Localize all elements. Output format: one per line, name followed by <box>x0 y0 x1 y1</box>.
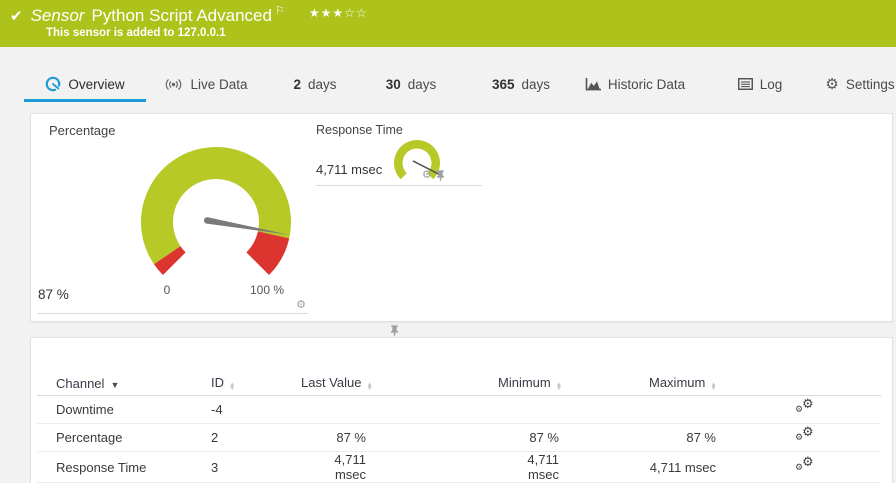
cell-minimum: 87 % <box>498 423 649 452</box>
priority-stars[interactable]: ★★★☆☆ <box>309 6 368 20</box>
cell-minimum: 4,711 msec <box>498 451 649 483</box>
gauge-scale-min: 0 <box>163 283 171 297</box>
column-header-id[interactable]: ID ▲ ▼ <box>211 371 301 396</box>
column-header-actions <box>781 371 881 396</box>
sort-desc-icon: ▼ <box>110 379 120 390</box>
tab-live-data-label: Live Data <box>190 76 248 92</box>
tab-2-days[interactable]: 2 days <box>286 47 344 103</box>
tab-log-label: Log <box>759 76 783 92</box>
prtg-sensor-page: ✔ Sensor Python Script Advanced ⚐ ★★★☆☆ … <box>0 0 896 483</box>
cell-channel[interactable]: Response Time <box>37 451 211 483</box>
tab-historic-data[interactable]: Historic Data <box>576 47 694 103</box>
stars-filled: ★★★ <box>308 6 345 20</box>
table-row-percentage[interactable]: Percentage 2 87 % 87 % 87 % ⚙ ⚙ <box>37 423 881 452</box>
pin-icon[interactable] <box>436 170 445 181</box>
gauge-controls: ⚙ <box>422 170 445 181</box>
percentage-gauge-title: Percentage <box>49 123 116 138</box>
cell-id: 3 <box>211 451 301 483</box>
percentage-gauge-value: 87 % <box>38 287 69 302</box>
sensor-subtitle: This sensor is added to 127.0.0.1 <box>46 27 226 39</box>
percentage-gauge-cell: Percentage 0 100 % 87 % ⚙ <box>37 121 399 336</box>
tab-30-days-label: days <box>407 76 437 92</box>
gauge-settings-gear-icon[interactable]: ⚙ <box>422 170 432 181</box>
cell-maximum: 4,711 msec <box>649 451 781 483</box>
column-label: Maximum <box>649 374 706 390</box>
tab-2-days-label: days <box>307 76 337 92</box>
sensor-header-row: ✔ Sensor Python Script Advanced ⚐ ★★★☆☆ <box>0 0 896 26</box>
sensor-header: ✔ Sensor Python Script Advanced ⚐ ★★★☆☆ … <box>0 0 896 47</box>
log-list-icon <box>737 78 753 90</box>
cell-last-value: 4,711 msec <box>301 451 498 483</box>
response-time-gauge-value: 4,711 msec <box>316 162 383 177</box>
column-label: ID <box>211 374 224 390</box>
gauge-icon <box>45 76 61 92</box>
table-row-downtime[interactable]: Downtime -4 ⚙ ⚙ <box>37 395 881 424</box>
sensor-type-label: Sensor <box>30 6 85 25</box>
channel-settings-icon[interactable]: ⚙ ⚙ <box>795 455 817 474</box>
column-header-minimum[interactable]: Minimum ▲ ▼ <box>498 371 649 396</box>
column-header-last-value[interactable]: Last Value ▲ ▼ <box>301 371 498 396</box>
table-row-response-time[interactable]: Response Time 3 4,711 msec 4,711 msec 4,… <box>37 451 881 483</box>
table-header-row: Channel ▼ ID ▲ ▼ Last Value ▲ ▼ Minimum ▲ ▼ Max… <box>37 371 881 396</box>
tab-settings[interactable]: ⚙ Settings <box>824 47 896 103</box>
live-broadcast-icon <box>164 78 183 91</box>
channel-settings-icon[interactable]: ⚙ ⚙ <box>795 425 817 444</box>
cell-last-value: 87 % <box>301 423 498 452</box>
tab-365-days[interactable]: 365 days <box>484 47 558 103</box>
cell-id: -4 <box>211 395 301 424</box>
column-label: Last Value <box>301 374 362 390</box>
gear-icon: ⚙ <box>825 75 839 93</box>
column-label: Channel <box>56 375 105 391</box>
column-label: Minimum <box>498 374 551 390</box>
cell-maximum <box>649 395 781 424</box>
pin-icon[interactable] <box>390 325 399 336</box>
response-time-gauge-cell: Response Time 4,711 msec ⚙ <box>316 121 482 186</box>
gauge-settings-gear-icon[interactable]: ⚙ <box>296 300 306 311</box>
tab-settings-label: Settings <box>845 76 895 92</box>
channels-table: Channel ▼ ID ▲ ▼ Last Value ▲ ▼ Minimum ▲ ▼ Max… <box>37 371 881 483</box>
cell-channel[interactable]: Percentage <box>37 423 211 452</box>
tab-30-days[interactable]: 30 days <box>378 47 444 103</box>
response-time-gauge-title: Response Time <box>316 123 403 137</box>
tab-365-days-label: days <box>521 76 551 92</box>
stars-empty: ☆☆ <box>344 6 368 20</box>
tab-historic-data-label: Historic Data <box>607 76 686 92</box>
status-ok-check-icon: ✔ <box>10 8 23 25</box>
sort-icon: ▲ ▼ <box>555 380 563 392</box>
cell-maximum: 87 % <box>649 423 781 452</box>
tab-365-days-number: 365 <box>491 76 515 92</box>
gauges-panel: Percentage 0 100 % 87 % ⚙ Response Time … <box>30 113 893 336</box>
gauge-controls: ⚙ <box>296 300 399 336</box>
tab-live-data[interactable]: Live Data <box>160 47 252 103</box>
gauge-scale-max: 100 % <box>249 283 285 297</box>
tab-log[interactable]: Log <box>730 47 790 103</box>
channel-settings-icon[interactable]: ⚙ ⚙ <box>795 397 817 416</box>
sort-icon: ▲ ▼ <box>229 380 236 392</box>
area-chart-icon <box>585 77 601 91</box>
cell-minimum <box>498 395 649 424</box>
flag-icon[interactable]: ⚐ <box>275 4 285 17</box>
page-title: Python Script Advanced <box>91 6 272 25</box>
tab-overview-label: Overview <box>68 76 125 92</box>
column-header-channel[interactable]: Channel ▼ <box>37 371 211 396</box>
cell-last-value <box>301 395 498 424</box>
tab-bar: Overview Live Data 2 days 30 days 365 da… <box>0 47 896 103</box>
tab-overview[interactable]: Overview <box>24 47 146 103</box>
cell-channel[interactable]: Downtime <box>37 395 211 424</box>
tab-2-days-number: 2 <box>293 76 301 92</box>
percentage-gauge <box>140 147 291 276</box>
channels-panel: Channel ▼ ID ▲ ▼ Last Value ▲ ▼ Minimum ▲ ▼ Max… <box>30 337 893 483</box>
sort-icon: ▲ ▼ <box>366 380 373 392</box>
column-header-maximum[interactable]: Maximum ▲ ▼ <box>649 371 781 396</box>
tab-30-days-number: 30 <box>385 76 401 92</box>
sort-icon: ▲ ▼ <box>710 380 717 392</box>
cell-id: 2 <box>211 423 301 452</box>
